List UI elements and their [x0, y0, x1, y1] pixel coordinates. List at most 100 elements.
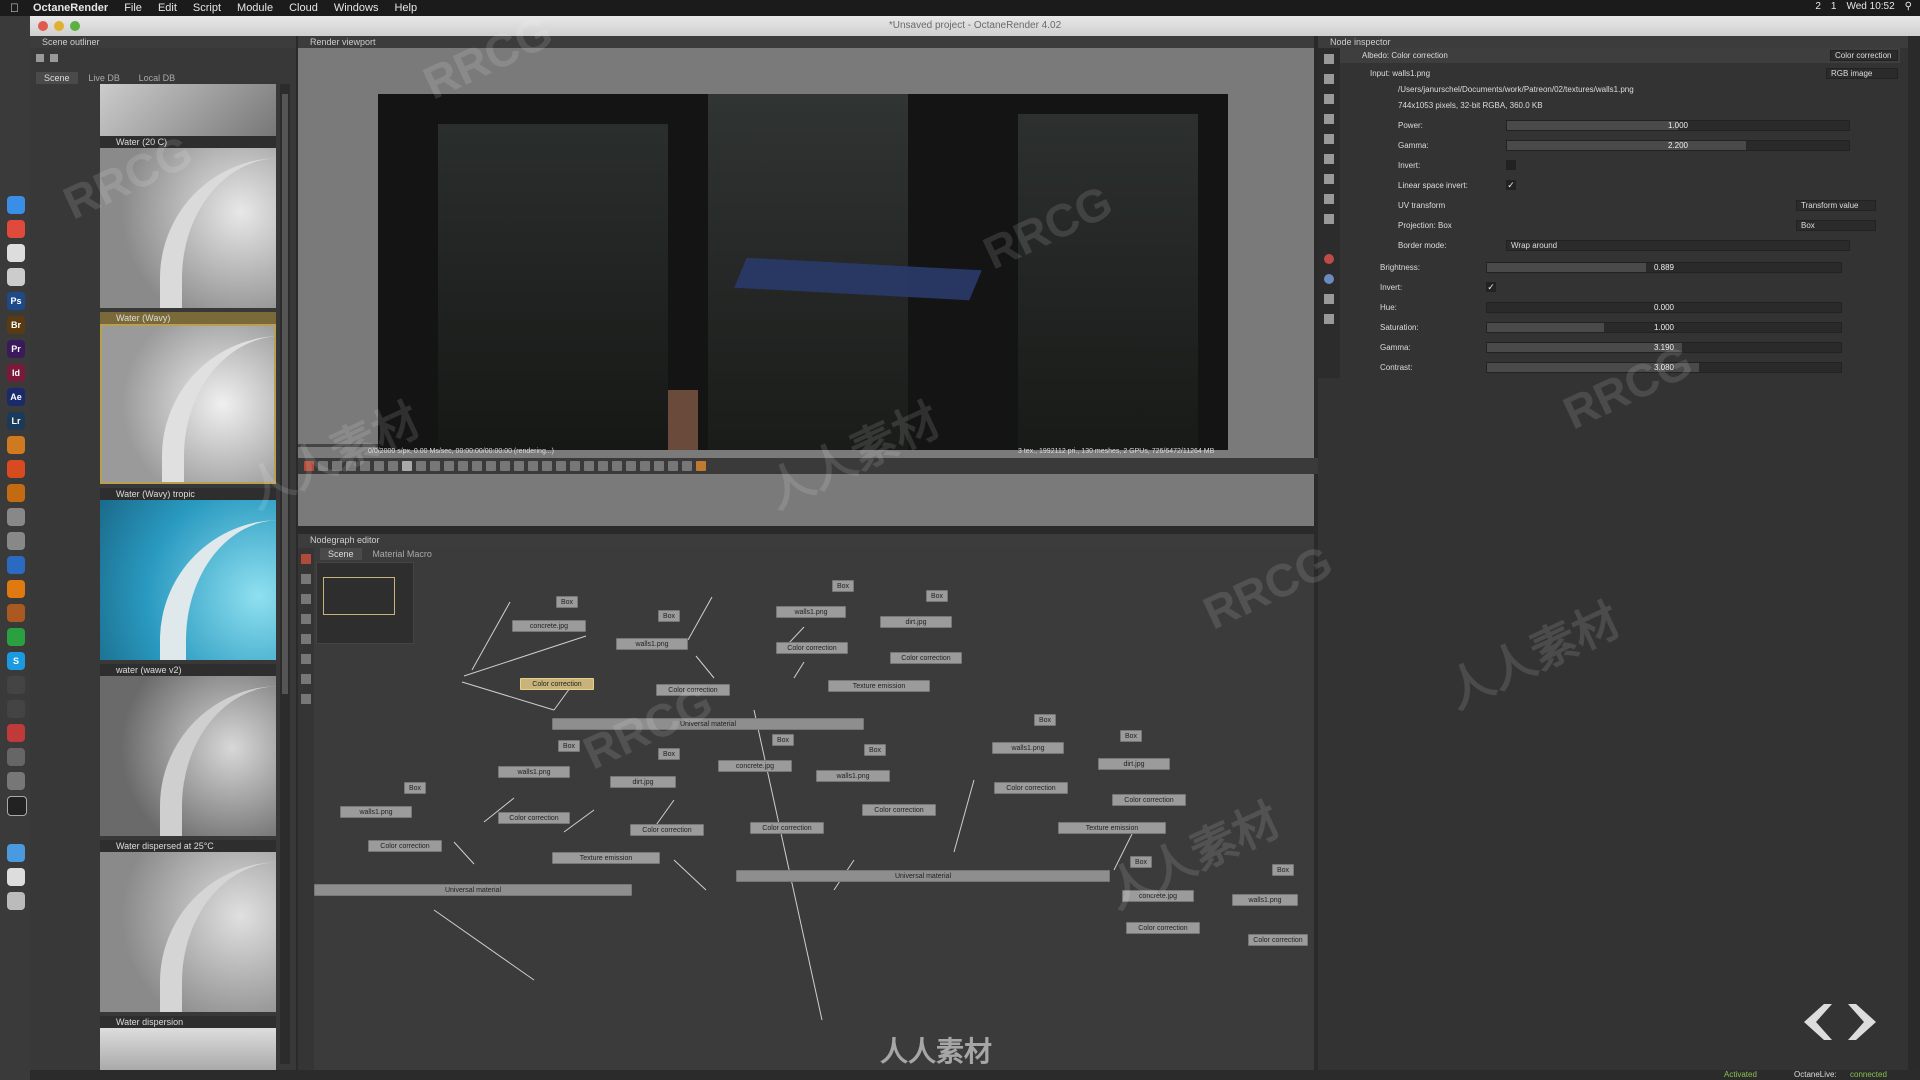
saturation-slider[interactable]: 1.000 — [1486, 322, 1842, 333]
toolbar-button[interactable] — [346, 461, 356, 471]
node-universal-material[interactable]: Universal material — [314, 884, 632, 896]
toolbar-button[interactable] — [1324, 194, 1334, 204]
clock-icon[interactable] — [7, 796, 27, 816]
toolbar-button[interactable] — [1324, 254, 1334, 264]
app-icon[interactable] — [7, 484, 25, 502]
node-concrete[interactable]: concrete.jpg — [1122, 890, 1194, 902]
projection-dropdown[interactable]: Box — [1796, 220, 1876, 231]
toolbar-button[interactable] — [514, 461, 524, 471]
scrollbar-thumb[interactable] — [282, 94, 288, 694]
node-walls[interactable]: walls1.png — [816, 770, 890, 782]
power-slider[interactable]: 1.000 — [1506, 120, 1850, 131]
node-universal-material[interactable]: Universal material — [552, 718, 864, 730]
node-walls[interactable]: walls1.png — [498, 766, 570, 778]
menu-cloud[interactable]: Cloud — [289, 2, 318, 14]
app-icon[interactable] — [7, 268, 25, 286]
app-icon[interactable] — [7, 700, 25, 718]
node-dirt[interactable]: dirt.jpg — [1098, 758, 1170, 770]
node-texture-emission[interactable]: Texture emission — [1058, 822, 1166, 834]
minimize-window-button[interactable] — [54, 21, 64, 31]
safari-icon[interactable] — [7, 244, 25, 262]
toolbar-button[interactable] — [500, 461, 510, 471]
contrast-slider[interactable]: 3.080 — [1486, 362, 1842, 373]
folder-icon[interactable] — [7, 844, 25, 862]
toolbar-button[interactable] — [1324, 314, 1334, 324]
menu-windows[interactable]: Windows — [334, 2, 379, 14]
restart-button[interactable] — [374, 461, 384, 471]
app-icon[interactable] — [7, 676, 25, 694]
search-icon[interactable]: ⚲ — [1905, 1, 1912, 12]
toolbar-button[interactable] — [301, 654, 311, 664]
node-concrete[interactable]: concrete.jpg — [718, 760, 792, 772]
node-walls[interactable]: walls1.png — [340, 806, 412, 818]
node-walls[interactable]: walls1.png — [1232, 894, 1298, 906]
node-box[interactable]: Box — [832, 580, 854, 592]
app-icon[interactable] — [7, 556, 25, 574]
toolbar-button[interactable] — [668, 461, 678, 471]
border-mode-dropdown[interactable]: Wrap around — [1506, 240, 1850, 251]
outliner-scrollbar[interactable] — [280, 84, 290, 1064]
toolbar-button[interactable] — [640, 461, 650, 471]
outliner-tool-icon[interactable] — [36, 54, 44, 62]
toolbar-button[interactable] — [1324, 114, 1334, 124]
node-color-correction[interactable]: Color correction — [862, 804, 936, 816]
toolbar-button[interactable] — [1324, 174, 1334, 184]
premiere-icon[interactable]: Pr — [7, 340, 25, 358]
node-color-correction[interactable]: Color correction — [498, 812, 570, 824]
node-box[interactable]: Box — [864, 744, 886, 756]
toolbar-button[interactable] — [1324, 274, 1334, 284]
status-count-b[interactable]: 1 — [1831, 1, 1837, 12]
clock[interactable]: Wed 10:52 — [1846, 1, 1894, 12]
node-color-correction[interactable]: Color correction — [630, 824, 704, 836]
bridge-icon[interactable]: Br — [7, 316, 25, 334]
node-walls[interactable]: walls1.png — [776, 606, 846, 618]
menu-edit[interactable]: Edit — [158, 2, 177, 14]
toolbar-button[interactable] — [1324, 54, 1334, 64]
document-icon[interactable] — [7, 868, 25, 886]
toolbar-button[interactable] — [542, 461, 552, 471]
node-color-correction[interactable]: Color correction — [1248, 934, 1308, 946]
brightness-slider[interactable]: 0.889 — [1486, 262, 1842, 273]
node-color-correction[interactable]: Color correction — [776, 642, 848, 654]
material-item[interactable]: Water dispersion — [100, 1016, 276, 1070]
toolbar-button[interactable] — [301, 694, 311, 704]
tab-scene[interactable]: Scene — [320, 548, 362, 560]
toolbar-button[interactable] — [626, 461, 636, 471]
menu-app-name[interactable]: OctaneRender — [33, 2, 108, 14]
node-color-correction[interactable]: Color correction — [368, 840, 442, 852]
node-texture-emission[interactable]: Texture emission — [828, 680, 930, 692]
toolbar-button[interactable] — [416, 461, 426, 471]
input-type-dropdown[interactable]: RGB image — [1826, 68, 1898, 79]
toolbar-button[interactable] — [301, 574, 311, 584]
node-box[interactable]: Box — [1130, 856, 1152, 868]
app-icon[interactable] — [7, 532, 25, 550]
menu-help[interactable]: Help — [394, 2, 417, 14]
node-color-correction-selected[interactable]: Color correction — [520, 678, 594, 690]
spotify-icon[interactable] — [7, 628, 25, 646]
toolbar-button[interactable] — [682, 461, 692, 471]
menu-module[interactable]: Module — [237, 2, 273, 14]
tab-live-db[interactable]: Live DB — [80, 72, 128, 84]
toolbar-button[interactable] — [301, 614, 311, 624]
uv-transform-dropdown[interactable]: Transform value — [1796, 200, 1876, 211]
node-walls[interactable]: walls1.png — [992, 742, 1064, 754]
node-color-correction[interactable]: Color correction — [656, 684, 730, 696]
render-image[interactable] — [378, 94, 1228, 450]
node-color-correction[interactable]: Color correction — [890, 652, 962, 664]
node-color-correction[interactable]: Color correction — [994, 782, 1068, 794]
material-item[interactable]: Water (20 C) — [100, 136, 276, 308]
toolbar-button[interactable] — [301, 674, 311, 684]
node-box[interactable]: Box — [658, 610, 680, 622]
app-icon[interactable] — [7, 508, 25, 526]
invert-checkbox[interactable]: ✓ — [1486, 282, 1496, 292]
toolbar-button[interactable] — [1324, 74, 1334, 84]
node-type-dropdown[interactable]: Color correction — [1830, 50, 1898, 61]
node-box[interactable]: Box — [658, 748, 680, 760]
stop-button[interactable] — [360, 461, 370, 471]
node-universal-material[interactable]: Universal material — [736, 870, 1110, 882]
tab-material-macro[interactable]: Material Macro — [364, 548, 440, 560]
menu-script[interactable]: Script — [193, 2, 221, 14]
toolbar-button[interactable] — [1324, 154, 1334, 164]
tab-local-db[interactable]: Local DB — [131, 72, 184, 84]
linear-space-invert-checkbox[interactable]: ✓ — [1506, 180, 1516, 190]
